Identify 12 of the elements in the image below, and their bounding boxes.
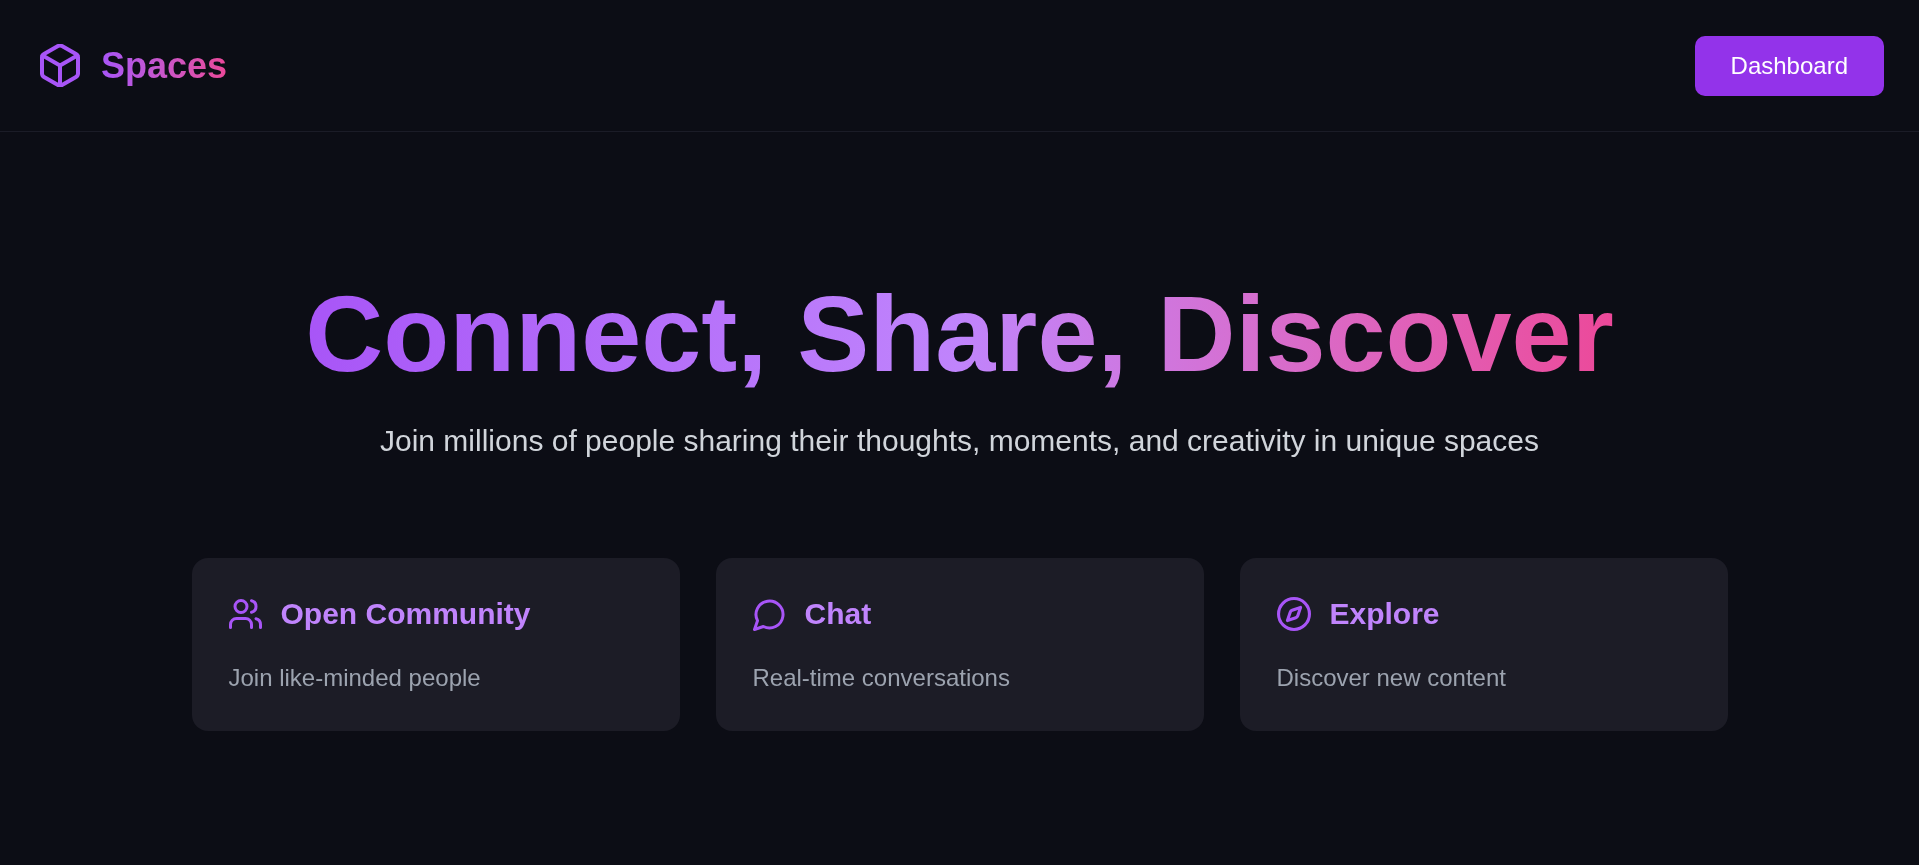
speech-bubble-icon bbox=[752, 597, 786, 631]
card-description: Join like-minded people bbox=[228, 663, 482, 693]
card-title: Open Community bbox=[280, 596, 531, 632]
people-icon bbox=[228, 599, 262, 629]
card-description: Real-time conversations bbox=[752, 663, 1011, 693]
dashboard-button[interactable]: Dashboard bbox=[1694, 35, 1884, 96]
card-description: Discover new content bbox=[1276, 663, 1507, 693]
compass-icon bbox=[1276, 597, 1311, 631]
card-title: Explore bbox=[1329, 596, 1440, 632]
cube-icon bbox=[40, 44, 80, 87]
card-title: Chat bbox=[804, 596, 872, 632]
hero-subtitle: Join millions of people sharing their thoughts, moments, and creativity in unique spaces bbox=[380, 423, 1539, 459]
